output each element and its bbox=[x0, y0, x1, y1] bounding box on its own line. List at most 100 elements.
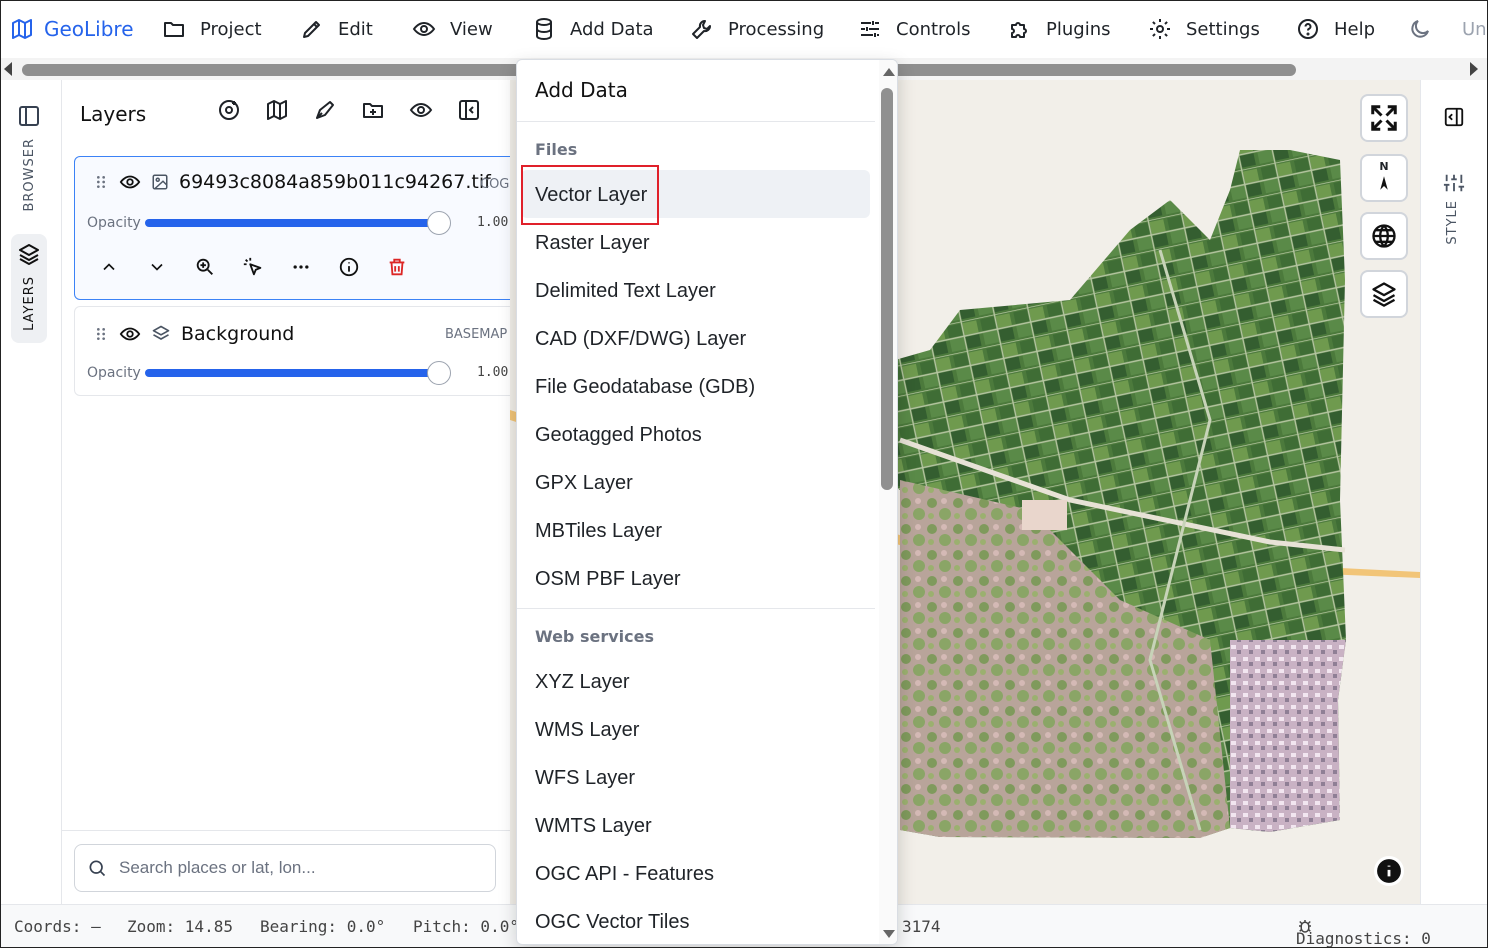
menu-plugins-label: Plugins bbox=[1046, 18, 1111, 40]
menu-item-xyz-layer[interactable]: XYZ Layer bbox=[535, 671, 629, 694]
dropdown-scrollbar-thumb[interactable] bbox=[881, 88, 893, 490]
search-icon bbox=[89, 860, 106, 877]
database-icon bbox=[536, 18, 552, 41]
menu-item-file-geodatabase[interactable]: File Geodatabase (GDB) bbox=[535, 376, 755, 399]
menu-project[interactable]: Project bbox=[162, 0, 262, 58]
section-files: Files bbox=[535, 140, 578, 159]
menu-item-geotagged-photos[interactable]: Geotagged Photos bbox=[535, 424, 702, 447]
compass-button[interactable]: N bbox=[1360, 154, 1408, 202]
scroll-up-arrow[interactable] bbox=[883, 68, 895, 76]
layer-header: 69493c8084a859b011c94267.tif bbox=[93, 171, 491, 193]
tab-layers[interactable]: LAYERS bbox=[11, 234, 47, 343]
new-group-button[interactable] bbox=[361, 98, 385, 122]
move-up-button[interactable] bbox=[97, 255, 121, 279]
more-options-button[interactable] bbox=[289, 255, 313, 279]
pointer-click-icon bbox=[243, 257, 262, 276]
menu-item-delimited-text-layer[interactable]: Delimited Text Layer bbox=[535, 280, 716, 303]
help-circle-icon bbox=[1298, 19, 1318, 39]
menu-item-wms-layer[interactable]: WMS Layer bbox=[535, 719, 639, 742]
zoom-to-layer-button[interactable] bbox=[193, 255, 217, 279]
opacity-slider[interactable] bbox=[145, 211, 451, 235]
fullscreen-button[interactable] bbox=[1360, 94, 1408, 142]
menu-item-gpx-layer[interactable]: GPX Layer bbox=[535, 472, 633, 495]
menu-item-osm-pbf-layer[interactable]: OSM PBF Layer bbox=[535, 568, 681, 591]
basemap-button[interactable] bbox=[265, 98, 289, 122]
add-layer-button[interactable] bbox=[217, 98, 241, 122]
drag-handle-icon[interactable] bbox=[93, 172, 109, 192]
menu-item-mbtiles-layer[interactable]: MBTiles Layer bbox=[535, 520, 662, 543]
attribution-button[interactable] bbox=[1374, 856, 1404, 886]
search-box[interactable] bbox=[74, 844, 496, 892]
layers-icon bbox=[19, 244, 39, 265]
dropdown-divider bbox=[517, 608, 875, 609]
delete-layer-button[interactable] bbox=[385, 255, 409, 279]
compass-letter: N bbox=[1379, 160, 1389, 173]
opacity-slider-knob[interactable] bbox=[427, 361, 451, 385]
raster-image-icon bbox=[152, 174, 168, 190]
menu-item-raster-layer[interactable]: Raster Layer bbox=[535, 232, 650, 255]
visibility-button[interactable] bbox=[409, 98, 433, 122]
dropdown-title: Add Data bbox=[535, 78, 628, 102]
layer-name[interactable]: Background bbox=[181, 323, 294, 345]
map-icon bbox=[267, 100, 287, 120]
identify-button[interactable] bbox=[241, 255, 265, 279]
drag-handle-icon[interactable] bbox=[93, 324, 109, 344]
move-down-button[interactable] bbox=[145, 255, 169, 279]
theme-toggle[interactable] bbox=[1408, 0, 1432, 58]
menu-add-data[interactable]: Add Data bbox=[532, 0, 654, 58]
menu-plugins[interactable]: Plugins bbox=[1008, 0, 1110, 58]
menu-help[interactable]: Help bbox=[1296, 0, 1375, 58]
menu-item-ogc-vector-tiles[interactable]: OGC Vector Tiles bbox=[535, 911, 690, 934]
menu-processing-label: Processing bbox=[728, 18, 825, 40]
sliders-icon bbox=[1443, 174, 1465, 192]
moon-icon bbox=[1411, 20, 1429, 38]
panel-divider bbox=[62, 830, 510, 831]
menu-truncated-label: Un bbox=[1462, 18, 1487, 40]
zoom-in-icon bbox=[196, 258, 213, 275]
collapse-panel-icon bbox=[1444, 107, 1464, 127]
visibility-toggle-icon[interactable] bbox=[119, 323, 141, 345]
tab-layers-label: LAYERS bbox=[21, 276, 37, 331]
globe-button[interactable] bbox=[1360, 212, 1408, 260]
menu-item-ogc-api-features[interactable]: OGC API - Features bbox=[535, 863, 714, 886]
visibility-toggle-icon[interactable] bbox=[119, 171, 141, 193]
scroll-right-arrow[interactable] bbox=[1470, 62, 1478, 76]
layer-info-button[interactable] bbox=[337, 255, 361, 279]
tab-style-label[interactable]: STYLE bbox=[1445, 200, 1460, 245]
draw-button[interactable] bbox=[313, 98, 337, 122]
status-diagnostics[interactable]: Diagnostics: 0 bbox=[1296, 917, 1431, 948]
menu-item-cad-layer[interactable]: CAD (DXF/DWG) Layer bbox=[535, 328, 746, 351]
menu-item-wmts-layer[interactable]: WMTS Layer bbox=[535, 815, 652, 838]
menu-view[interactable]: View bbox=[412, 0, 493, 58]
chevron-up-icon bbox=[103, 263, 115, 271]
layer-name[interactable]: 69493c8084a859b011c94267.tif bbox=[179, 171, 491, 193]
collapse-panel-button[interactable] bbox=[457, 98, 481, 122]
layer-type-tag: COG bbox=[480, 177, 510, 192]
menu-edit[interactable]: Edit bbox=[300, 0, 373, 58]
brand-logo[interactable]: GeoLibre bbox=[10, 0, 134, 58]
layer-card-background[interactable]: Background BASEMAP Opacity 1.00 bbox=[74, 306, 520, 396]
opacity-slider-knob[interactable] bbox=[427, 211, 451, 235]
layer-header: Background bbox=[93, 323, 294, 345]
puzzle-icon bbox=[1011, 22, 1027, 38]
expand-right-panel-button[interactable] bbox=[1443, 106, 1465, 128]
tab-browser[interactable]: BROWSER bbox=[11, 104, 47, 212]
layer-type-tag: BASEMAP bbox=[445, 327, 508, 342]
style-tab-icon-wrap[interactable] bbox=[1443, 172, 1465, 194]
sidebar-icon bbox=[19, 106, 39, 126]
opacity-slider[interactable] bbox=[145, 361, 451, 385]
layers-icon bbox=[1372, 282, 1396, 307]
basemap-layers-icon bbox=[152, 325, 170, 340]
scroll-left-arrow[interactable] bbox=[4, 62, 12, 76]
menu-settings[interactable]: Settings bbox=[1148, 0, 1260, 58]
opacity-label: Opacity bbox=[87, 215, 141, 231]
layer-switcher-button[interactable] bbox=[1360, 270, 1408, 318]
menu-item-wfs-layer[interactable]: WFS Layer bbox=[535, 767, 635, 790]
menu-controls[interactable]: Controls bbox=[858, 0, 970, 58]
menu-processing[interactable]: Processing bbox=[690, 0, 824, 58]
collapse-panel-icon bbox=[459, 100, 479, 120]
scroll-down-arrow[interactable] bbox=[883, 930, 895, 938]
layer-card-cog[interactable]: 69493c8084a859b011c94267.tif COG Opacity… bbox=[74, 156, 520, 300]
menu-truncated[interactable]: Un bbox=[1462, 0, 1487, 58]
search-input[interactable] bbox=[117, 857, 477, 879]
